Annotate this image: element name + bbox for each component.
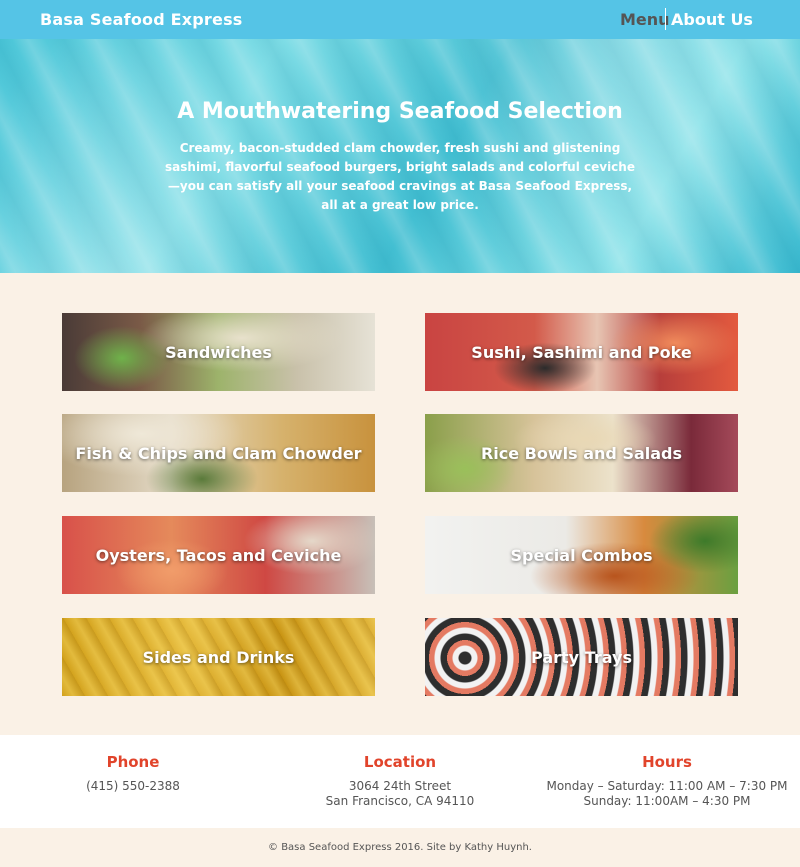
footer-copyright: © Basa Seafood Express 2016. Site by Kat… [268,842,532,853]
footer: © Basa Seafood Express 2016. Site by Kat… [0,828,800,867]
phone-column: Phone (415) 550-2388 [33,753,233,794]
menu-tile-label: Sides and Drinks [142,647,295,667]
menu-tile-rice-bowls-salads[interactable]: Rice Bowls and Salads [425,414,738,492]
menu-tile-fish-chips-clam-chowder[interactable]: Fish & Chips and Clam Chowder [62,414,375,492]
nav-link-menu[interactable]: Menu [620,10,670,29]
address-line-2: San Francisco, CA 94110 [325,794,475,808]
hero-description: Creamy, bacon-studded clam chowder, fres… [165,141,635,212]
menu-tile-special-combos[interactable]: Special Combos [425,516,738,594]
nav-link-about-us[interactable]: About Us [671,10,753,29]
address-line-1: 3064 24th Street [348,779,452,793]
location-heading: Location [363,753,437,771]
contact-info-section: Phone (415) 550-2388 Location 3064 24th … [0,735,800,828]
hours-column: Hours Monday – Saturday: 11:00 AM – 7:30… [537,753,797,809]
menu-tile-sandwiches[interactable]: Sandwiches [62,313,375,391]
menu-tile-party-trays[interactable]: Party Trays [425,618,738,696]
phone-heading: Phone [106,753,160,771]
hours-sunday: Sunday: 11:00AM – 4:30 PM [583,794,751,808]
menu-tile-label: Fish & Chips and Clam Chowder [75,443,362,463]
phone-number[interactable]: (415) 550-2388 [33,779,233,794]
hero-banner: A Mouthwatering Seafood Selection Creamy… [0,39,800,273]
hours-weekday: Monday – Saturday: 11:00 AM – 7:30 PM [546,779,788,793]
hero-title: A Mouthwatering Seafood Selection [177,99,623,124]
menu-tile-label: Sandwiches [165,342,272,362]
menu-tile-label: Party Trays [531,647,632,667]
menu-tile-sushi-sashimi-poke[interactable]: Sushi, Sashimi and Poke [425,313,738,391]
hours-heading: Hours [642,753,692,771]
location-column: Location 3064 24th Street San Francisco,… [300,753,500,809]
navbar: Basa Seafood Express Menu About Us [0,0,800,39]
nav-divider [665,8,666,30]
menu-tile-label: Special Combos [510,545,653,565]
menu-tile-label: Oysters, Tacos and Ceviche [95,545,342,565]
menu-tile-sides-drinks[interactable]: Sides and Drinks [62,618,375,696]
menu-tile-label: Rice Bowls and Salads [480,443,683,463]
menu-tile-oysters-tacos-ceviche[interactable]: Oysters, Tacos and Ceviche [62,516,375,594]
menu-tile-label: Sushi, Sashimi and Poke [471,342,692,362]
brand-logo-text[interactable]: Basa Seafood Express [40,10,243,29]
